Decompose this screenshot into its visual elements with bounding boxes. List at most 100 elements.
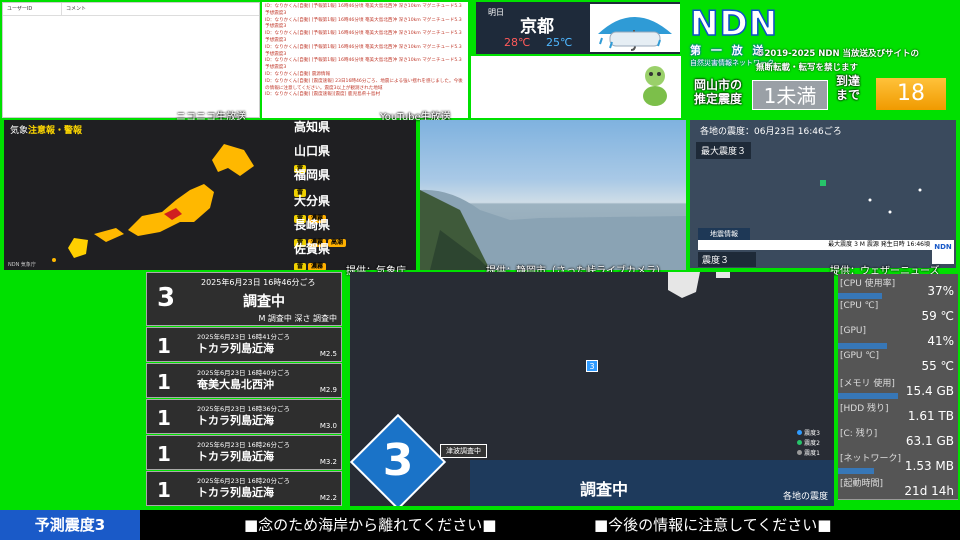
chat-line: ID：なりかくん[自動] [震度速報] 23日16時46分ごろ、地震による強い揺… [265, 78, 463, 91]
quake-shindo: 1 [157, 370, 171, 394]
copyright-line: ©2019-2025 NDN 当放送及びサイトの [756, 49, 920, 59]
sys-row-network: [ネットワーク] 1.53 MB [838, 449, 958, 475]
bottom-ticker: 予測震度3 ■念のため海岸から離れてください■ ■今後の情報に注意してください■ [0, 510, 960, 540]
sys-value: 21d 14h [904, 484, 954, 498]
quake-card[interactable]: 1 2025年6月23日 16時40分ごろ 奄美大島北西沖 M2.9 [146, 363, 342, 398]
status-text: 調査中 [580, 480, 629, 499]
quake-magnitude: M2.9 [319, 386, 337, 394]
quake-shindo: 3 [157, 283, 176, 313]
quake-card[interactable]: 1 2025年6月23日 16時26分ごろ トカラ列島近海 M3.2 [146, 435, 342, 470]
copyright-line: 無断転載・転写を禁じます [756, 63, 859, 73]
quake-region: トカラ列島近海 [197, 450, 274, 463]
sys-row-c-drive: [C: 残り] 63.1 GB [838, 424, 958, 450]
prefecture-name: 高知県 [294, 120, 331, 134]
legend-label: 震度3 [804, 430, 820, 437]
intensity-max-label: 最大震度３ [696, 142, 752, 159]
quake-magnitude: M2.2 [319, 494, 337, 502]
japan-map-icon [52, 144, 254, 262]
live-camera-view [420, 120, 686, 270]
sys-label: [ネットワーク] [840, 454, 902, 464]
rain-umbrella-icon [590, 4, 680, 52]
quake-shindo: 1 [157, 478, 171, 502]
sys-label: [CPU 使用率] [840, 279, 896, 289]
chat-line: ID：なりかくん[自動] [予報第1報] 16時46分頃 奄美大島北西沖 深さ1… [265, 44, 462, 57]
comment-column[interactable]: コメント [62, 3, 90, 15]
sys-label: [GPU] [840, 326, 867, 336]
sys-value: 41% [927, 334, 954, 348]
intensity-map-title: 各地の震度：06月23日 16:46ごろ [700, 127, 842, 137]
chat-line: ID：なりかくん[自動] [震度速報][震度] 鹿児島県十島村 [265, 92, 381, 98]
estimated-intensity-value: 1未満 [752, 80, 828, 110]
user-id-column[interactable]: ユーザーID [3, 3, 62, 15]
sys-row-gpu-temp: [GPU ℃] 55 ℃ [838, 349, 958, 375]
weather-city: 京都 [520, 17, 554, 37]
weather-warning-map: 気象注意報・警報 高知県 山口県雷 福岡県雷 大分県雷濃霧 長崎県雷濃霧 高潮 佐… [4, 120, 416, 270]
sys-value: 1.53 MB [904, 459, 954, 473]
sys-value: 55 ℃ [921, 359, 954, 373]
chat-line: ID：なりかくん[自動] [予報第1報] 16時46分頃 奄美大島北西沖 深さ1… [265, 17, 462, 30]
legend-item: 震度2 [797, 438, 820, 447]
prefecture-name: 長崎県 [294, 218, 331, 232]
youtube-chat-panel: ID：なりかくん[自動] [予報第1報] 16時46分頃 奄美大島北西沖 深さ1… [262, 2, 468, 118]
prefecture-name: 福岡県 [294, 168, 331, 182]
prefecture-saga: 佐賀県雷濃霧 [294, 240, 330, 270]
quake-card-latest[interactable]: 3 2025年6月23日 16時46分ごろ 調査中 M 調査中 深さ 調査中 [146, 272, 342, 326]
chat-line: ID：なりかくん[自動] 震源情報 [265, 71, 331, 77]
sys-row-cpu-temp: [CPU ℃] 59 ℃ [838, 299, 958, 325]
quake-region: トカラ列島近海 [197, 414, 274, 427]
sys-label: [CPU ℃] [840, 301, 879, 311]
chat-line: ID：なりかくん[自動] [予報第1報] 16時46分頃 奄美大島北西沖 深さ1… [265, 31, 462, 43]
sys-row-memory: [メモリ 使用] 15.4 GB [838, 374, 958, 400]
quake-region: トカラ列島近海 [197, 486, 274, 499]
comment-header: ユーザーID コメント [3, 3, 259, 16]
sys-value: 1.61 TB [907, 409, 954, 423]
sys-label: [C: 残り] [840, 429, 878, 439]
earthquake-list: 3 2025年6月23日 16時46分ごろ 調査中 M 調査中 深さ 調査中 1… [146, 272, 342, 506]
copyright-notice: ©2019-2025 NDN 当放送及びサイトの 無断転載・転写を禁じます [756, 47, 919, 75]
big-shindo-value: 3 [382, 435, 414, 486]
sys-row-cpu-usage: [CPU 使用率] 37% [838, 274, 958, 300]
quake-card[interactable]: 1 2025年6月23日 16時41分ごろ トカラ列島近海 M2.5 [146, 327, 342, 362]
ticker-message: ■今後の情報に注意してください■ [594, 516, 832, 534]
tsunami-status: 津波調査中 [440, 444, 487, 458]
quake-region: トカラ列島近海 [197, 342, 274, 355]
sys-value: 59 ℃ [921, 309, 954, 323]
legend-item: 震度1 [797, 448, 820, 457]
arrival-word: 到達 [836, 74, 861, 88]
weather-day-tag: 明日 [488, 8, 504, 17]
quake-card[interactable]: 1 2025年6月23日 16時20分ごろ トカラ列島近海 M2.2 [146, 471, 342, 506]
epicenter-map: 3 震度3 震度2 震度1 調査中 各地の震度 3 津波調査中 [350, 272, 834, 506]
area-intensity-label: 各地の震度 [782, 492, 828, 502]
sys-row-gpu: [GPU] 41% [838, 324, 958, 350]
warning-badge: 雷 [294, 263, 307, 270]
arrival-countdown: 18 [876, 78, 946, 110]
quake-magnitude: M3.2 [319, 458, 337, 466]
prefecture-name: 山口県 [294, 144, 331, 158]
islands-map-icon [820, 180, 922, 214]
niconico-comment-panel: ユーザーID コメント [2, 2, 260, 118]
chat-line: ID：なりかくん[自動] [予報第1報] 16時46分頃 奄美大島北西沖 深さ1… [265, 58, 462, 71]
legend-label: 震度2 [804, 440, 820, 447]
intensity-shindo-label: 震度３ [698, 252, 756, 267]
weather-high-temp: 28℃ [504, 36, 531, 49]
sys-value: 63.1 GB [905, 434, 954, 448]
mascot-icon [643, 66, 667, 106]
system-monitor: [CPU 使用率] 37% [CPU ℃] 59 ℃ [GPU] 41% [GPU ℃… [838, 274, 958, 506]
quake-info-bar: 最大震度 3 M 震源 発生日時 16:46頃 [698, 240, 934, 250]
quake-magnitude: M2.5 [319, 350, 337, 358]
sys-row-uptime: [起動時間] 21d 14h [838, 474, 958, 500]
warning-badge: 濃霧 [308, 263, 327, 270]
estimated-intensity-label: 岡山市の 推定震度 [694, 78, 742, 106]
quake-magnitude: M3.0 [319, 422, 337, 430]
prefecture-name: 佐賀県 [294, 242, 331, 256]
quake-shindo: 1 [157, 442, 171, 466]
estimate-caption: 推定震度 [694, 92, 743, 106]
epicenter-marker[interactable]: 3 [586, 360, 598, 372]
warning-footer: NDN 気象庁 [8, 262, 36, 268]
sys-label: [メモリ 使用] [840, 379, 895, 389]
quake-region: 奄美大島北西沖 [197, 378, 274, 391]
prefecture-name: 大分県 [294, 194, 331, 208]
ndn-logo-text: NDN [689, 4, 779, 44]
quake-card[interactable]: 1 2025年6月23日 16時36分ごろ トカラ列島近海 M3.0 [146, 399, 342, 434]
prefecture-kochi: 高知県 [294, 120, 330, 135]
